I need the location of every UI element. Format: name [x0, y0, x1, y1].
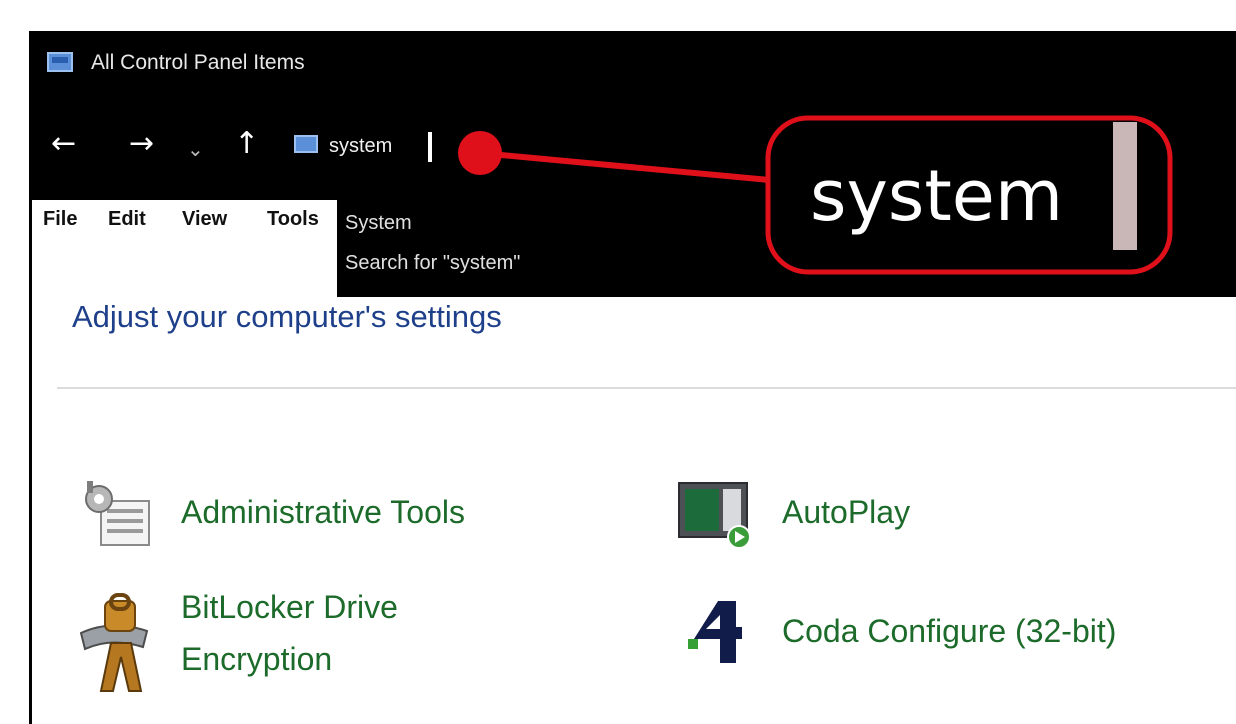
annotation-marker-dot	[458, 131, 502, 175]
annotation-connector-line	[479, 150, 781, 184]
annotation-zoomed-text: system	[810, 155, 1064, 237]
annotation-callout	[458, 115, 1173, 275]
annotation-zoomed-caret	[1113, 122, 1137, 250]
